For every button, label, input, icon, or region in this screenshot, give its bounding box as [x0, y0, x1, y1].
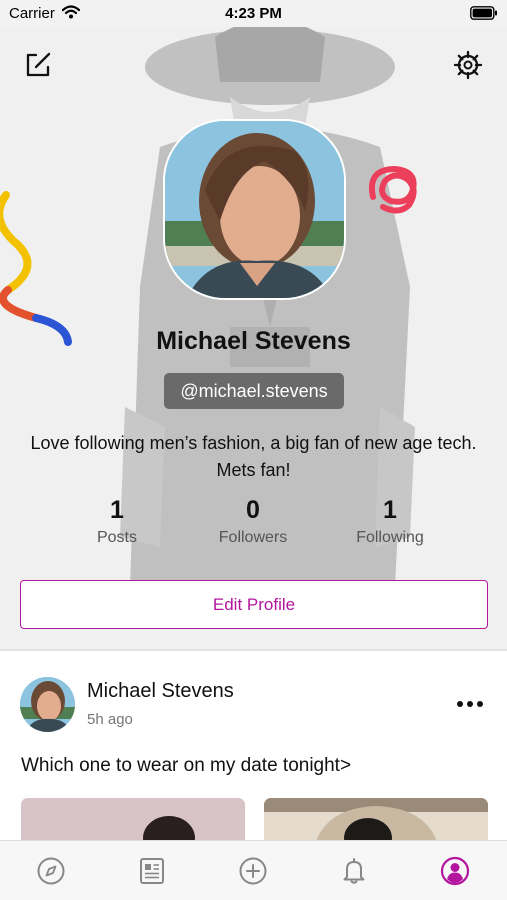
- profile-header: Michael Stevens @michael.stevens Love fo…: [0, 27, 507, 649]
- stat-following[interactable]: 1 Following: [330, 495, 450, 547]
- decorative-coil: [369, 165, 417, 214]
- section-divider: [0, 649, 507, 651]
- stat-following-value: 1: [383, 496, 397, 524]
- tab-profile[interactable]: [404, 841, 505, 900]
- tab-bar: [0, 840, 507, 900]
- more-options-icon: [457, 701, 483, 707]
- stat-following-label: Following: [356, 529, 424, 546]
- tab-feed[interactable]: [101, 841, 202, 900]
- bell-icon: [343, 858, 364, 884]
- gear-icon: [453, 50, 483, 80]
- settings-button[interactable]: [448, 45, 488, 85]
- post-caption: Which one to wear on my date tonight>: [21, 755, 352, 776]
- post-timestamp: 5h ago: [87, 711, 133, 728]
- profile-avatar: [163, 119, 346, 300]
- edit-profile-button[interactable]: Edit Profile: [20, 580, 488, 629]
- stat-followers-value: 0: [246, 496, 260, 524]
- stat-posts-label: Posts: [96, 529, 137, 546]
- post-author-avatar[interactable]: [20, 677, 75, 732]
- battery-icon: [470, 6, 498, 25]
- tab-notifications[interactable]: [303, 841, 404, 900]
- post-more-button[interactable]: [452, 694, 488, 714]
- stat-followers-label: Followers: [218, 529, 288, 546]
- add-icon: [239, 857, 266, 885]
- compose-icon: [26, 52, 51, 77]
- post-author-name[interactable]: Michael Stevens: [87, 680, 234, 703]
- profile-bio: Love following men’s fashion, a big fan …: [30, 433, 477, 480]
- stat-posts-value: 1: [110, 496, 124, 524]
- stat-followers[interactable]: 0 Followers: [193, 495, 313, 547]
- compose-button[interactable]: [18, 45, 58, 85]
- profile-handle: @michael.stevens: [164, 373, 344, 409]
- profile-name: Michael Stevens: [156, 327, 351, 355]
- tab-create[interactable]: [202, 841, 303, 900]
- decorative-squiggle-left: [0, 191, 72, 346]
- status-time: 4:23 PM: [225, 5, 282, 22]
- profile-icon: [440, 856, 469, 886]
- tab-explore[interactable]: [0, 841, 101, 900]
- status-bar: Carrier 4:23 PM: [0, 0, 507, 27]
- news-icon: [139, 858, 164, 884]
- stat-posts[interactable]: 1 Posts: [57, 495, 177, 547]
- compass-icon: [37, 857, 64, 885]
